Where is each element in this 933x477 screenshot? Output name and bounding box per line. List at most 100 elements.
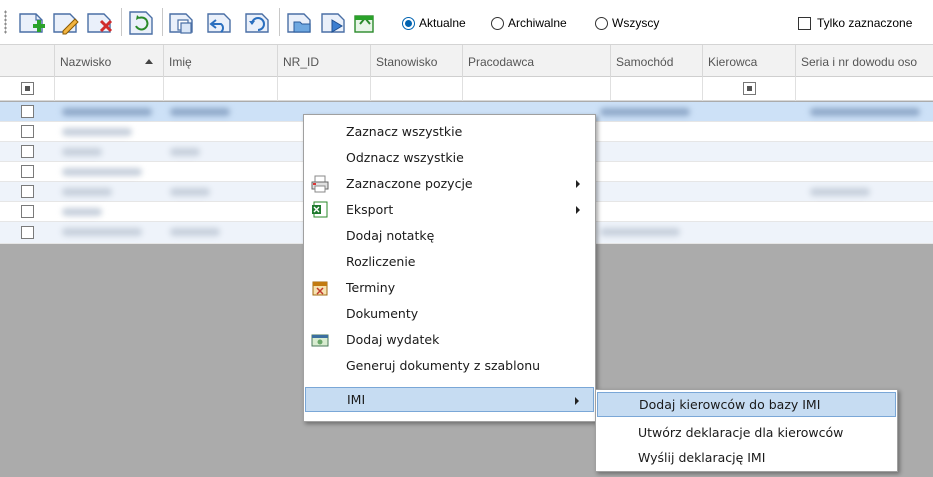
filter-cell-seria-dowodu[interactable]	[796, 77, 933, 101]
money-icon	[311, 334, 329, 347]
radio-label: Wszyscy	[612, 16, 660, 30]
filter-cell-pracodawca[interactable]	[463, 77, 611, 101]
menu-item-label: IMI	[347, 392, 366, 407]
toolbar-grip[interactable]	[4, 10, 7, 34]
submenu-item-add-drivers-imi[interactable]: Dodaj kierowców do bazy IMI	[597, 392, 896, 417]
blurred-cell	[62, 128, 132, 136]
copy-record-icon	[169, 13, 193, 34]
menu-item-export[interactable]: Eksport	[305, 197, 594, 223]
submenu-item-create-declarations[interactable]: Utwórz deklaracje dla kierowców	[597, 420, 896, 446]
restore-record-button[interactable]	[242, 6, 274, 38]
only-selected-label: Tylko zaznaczone	[817, 16, 913, 30]
blurred-cell	[170, 228, 220, 236]
menu-item-documents[interactable]: Dokumenty	[305, 301, 594, 327]
blurred-cell	[600, 108, 690, 116]
row-checkbox[interactable]	[21, 185, 34, 198]
column-header-pracodawca[interactable]: Pracodawca	[463, 45, 611, 77]
menu-item-selected-positions[interactable]: Zaznaczone pozycje	[305, 171, 594, 197]
column-header-label: Nazwisko	[60, 55, 112, 69]
submenu-arrow-icon	[575, 397, 579, 405]
blurred-cell	[600, 228, 680, 236]
blurred-cell	[170, 108, 230, 116]
edit-record-button[interactable]	[50, 6, 82, 38]
undo-record-button[interactable]	[204, 6, 236, 38]
filter-checkbox-kierowca[interactable]	[743, 82, 756, 95]
delete-record-button[interactable]	[84, 6, 116, 38]
blurred-cell	[170, 148, 200, 156]
filter-cell-samochod[interactable]	[611, 77, 703, 101]
menu-item-add-expense[interactable]: Dodaj wydatek	[305, 327, 594, 353]
blurred-cell	[62, 208, 102, 216]
row-checkbox[interactable]	[21, 145, 34, 158]
filter-cell-kierowca[interactable]	[703, 77, 796, 101]
column-header-stanowisko[interactable]: Stanowisko	[371, 45, 463, 77]
folder-open-button[interactable]	[284, 6, 316, 38]
menu-item-label: Utwórz deklaracje dla kierowców	[638, 425, 844, 440]
column-header-imie[interactable]: Imię	[164, 45, 278, 77]
row-checkbox[interactable]	[21, 165, 34, 178]
column-header-selector[interactable]	[0, 45, 55, 77]
forward-record-button[interactable]	[318, 6, 350, 38]
column-header-nr-id[interactable]: NR_ID	[278, 45, 371, 77]
menu-item-label: Dodaj kierowców do bazy IMI	[639, 397, 821, 412]
blurred-cell	[810, 108, 920, 116]
toolbar-separator	[121, 8, 122, 36]
edit-record-icon	[53, 13, 79, 35]
export-green-icon	[354, 15, 374, 33]
menu-item-label: Dokumenty	[346, 306, 419, 321]
blurred-cell	[62, 188, 112, 196]
menu-item-label: Rozliczenie	[346, 254, 416, 269]
refresh-button[interactable]	[126, 6, 158, 38]
menu-item-add-note[interactable]: Dodaj notatkę	[305, 223, 594, 249]
filter-aktualne[interactable]: Aktualne	[402, 14, 466, 32]
column-header-label: Stanowisko	[376, 55, 438, 69]
row-checkbox[interactable]	[21, 226, 34, 239]
copy-record-button[interactable]	[166, 6, 198, 38]
menu-item-label: Generuj dokumenty z szablonu	[346, 358, 541, 373]
filter-wszyscy[interactable]: Wszyscy	[595, 14, 659, 32]
radio-archiwalne[interactable]	[491, 16, 504, 30]
menu-item-generate-documents[interactable]: Generuj dokumenty z szablonu	[305, 353, 594, 379]
blurred-cell	[810, 188, 870, 196]
add-record-button[interactable]	[16, 6, 48, 38]
menu-item-deadlines[interactable]: Terminy	[305, 275, 594, 301]
filter-cell-selector[interactable]	[0, 77, 55, 101]
toolbar: Aktualne Archiwalne Wszyscy Tylko zaznac…	[0, 0, 933, 45]
column-header-label: Samochód	[616, 55, 674, 69]
grid-header: Nazwisko Imię NR_ID Stanowisko Pracodawc…	[0, 45, 933, 77]
filter-cell-nr-id[interactable]	[278, 77, 371, 101]
refresh-icon	[129, 11, 153, 35]
column-header-label: Seria i nr dowodu oso	[801, 55, 918, 69]
menu-item-select-all[interactable]: Zaznacz wszystkie	[305, 119, 594, 145]
submenu-item-send-declaration[interactable]: Wyślij deklarację IMI	[597, 445, 896, 471]
row-checkbox[interactable]	[21, 105, 34, 118]
grid-filter-row	[0, 77, 933, 101]
radio-aktualne[interactable]	[402, 16, 415, 30]
menu-item-deselect-all[interactable]: Odznacz wszystkie	[305, 145, 594, 171]
row-checkbox[interactable]	[21, 125, 34, 138]
menu-item-label: Terminy	[346, 280, 396, 295]
filter-cell-nazwisko[interactable]	[55, 77, 164, 101]
menu-item-settlement[interactable]: Rozliczenie	[305, 249, 594, 275]
filter-checkbox-all[interactable]	[21, 82, 34, 95]
column-header-samochod[interactable]: Samochód	[611, 45, 703, 77]
blurred-cell	[62, 148, 102, 156]
menu-item-label: Dodaj wydatek	[346, 332, 440, 347]
column-header-label: Kierowca	[708, 55, 758, 69]
column-header-seria-dowodu[interactable]: Seria i nr dowodu oso	[796, 45, 933, 77]
forward-record-icon	[321, 13, 345, 33]
export-green-button[interactable]	[352, 6, 378, 38]
only-selected-toggle[interactable]: Tylko zaznaczone	[798, 14, 912, 32]
column-header-label: Pracodawca	[468, 55, 535, 69]
only-selected-checkbox[interactable]	[798, 16, 811, 30]
filter-cell-stanowisko[interactable]	[371, 77, 463, 101]
filter-archiwalne[interactable]: Archiwalne	[491, 14, 567, 32]
blurred-cell	[62, 228, 142, 236]
radio-wszyscy[interactable]	[595, 16, 608, 30]
column-header-kierowca[interactable]: Kierowca	[703, 45, 796, 77]
filter-cell-imie[interactable]	[164, 77, 278, 101]
menu-item-imi[interactable]: IMI	[305, 387, 594, 412]
column-header-label: Imię	[169, 55, 192, 69]
toolbar-separator	[279, 8, 280, 36]
row-checkbox[interactable]	[21, 205, 34, 218]
